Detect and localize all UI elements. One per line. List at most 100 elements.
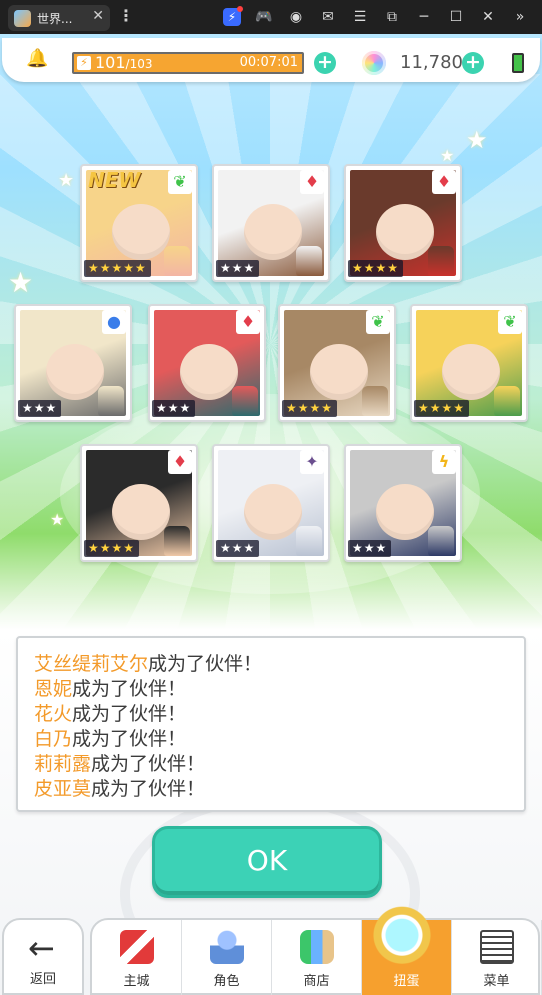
stamina-value: 101/103 bbox=[95, 54, 153, 73]
mail-icon[interactable]: ✉ bbox=[312, 0, 344, 34]
notification-bell-icon[interactable]: 🔔 bbox=[26, 48, 48, 70]
wind-element-icon: ❦ bbox=[498, 310, 522, 334]
result-line: 莉莉露成为了伙伴！ bbox=[34, 752, 514, 777]
account-icon[interactable]: ◉ bbox=[280, 0, 312, 34]
chibi-sprite bbox=[232, 386, 258, 416]
chibi-sprite bbox=[428, 526, 454, 556]
back-button[interactable]: ← 返回 bbox=[2, 918, 84, 995]
sparkle-icon: ★ bbox=[58, 170, 75, 191]
add-stamina-button[interactable]: + bbox=[314, 52, 336, 74]
shop-icon bbox=[300, 930, 334, 964]
star-rating: ★★★★★ bbox=[84, 260, 151, 277]
sparkle-icon: ★ bbox=[440, 146, 455, 165]
character-face bbox=[180, 344, 238, 400]
character-face bbox=[112, 484, 170, 540]
more-options-icon[interactable]: ⋮ bbox=[118, 6, 134, 25]
light-element-icon: ϟ bbox=[432, 450, 456, 474]
bolt-badge: ⚡ bbox=[223, 6, 243, 26]
result-text: 成为了伙伴！ bbox=[148, 653, 263, 675]
close-icon[interactable]: ✕ bbox=[472, 0, 504, 34]
character-face bbox=[112, 204, 170, 260]
game-screen: 🔔 ⚡ 101/103 00:07:01 + 11,780 + ★ ★ ★ ★ … bbox=[0, 34, 542, 995]
character-card[interactable]: ♦ ★★★ bbox=[148, 304, 266, 422]
gem-icon bbox=[362, 51, 386, 75]
dark-element-icon: ✦ bbox=[300, 450, 324, 474]
result-line: 花火成为了伙伴！ bbox=[34, 702, 514, 727]
nav-item-character[interactable]: 角色 bbox=[182, 920, 272, 995]
nav-label: 商店 bbox=[303, 974, 330, 989]
character-face bbox=[376, 484, 434, 540]
bottom-nav: 主城 角色 商店 扭蛋 菜单 bbox=[90, 918, 542, 995]
app-icon bbox=[14, 9, 31, 27]
character-card[interactable]: ♦ ★★★★ bbox=[344, 164, 462, 282]
nav-label: 扭蛋 bbox=[393, 974, 420, 989]
menu-icon[interactable]: ☰ bbox=[344, 0, 376, 34]
dialog-fade bbox=[18, 794, 524, 810]
stamina-max: /103 bbox=[125, 57, 153, 71]
result-dialog: 艾丝缇莉艾尔成为了伙伴！ 恩妮成为了伙伴！ 花火成为了伙伴！ 白乃成为了伙伴！ 莉莉露成… bbox=[16, 636, 526, 812]
water-element-icon: ● bbox=[102, 310, 126, 334]
castle-icon bbox=[120, 930, 154, 964]
gacha-orb-icon bbox=[366, 900, 438, 964]
character-face bbox=[46, 344, 104, 400]
character-card[interactable]: ❦ NEW ★★★★★ bbox=[80, 164, 198, 282]
nav-item-shop[interactable]: 商店 bbox=[272, 920, 362, 995]
ok-button[interactable]: OK bbox=[152, 826, 382, 898]
character-card[interactable]: ❦ ★★★★ bbox=[410, 304, 528, 422]
new-badge: NEW bbox=[88, 168, 141, 192]
star-rating: ★★★★ bbox=[84, 540, 140, 557]
character-card[interactable]: ✦ ★★★ bbox=[212, 444, 330, 562]
back-arrow-icon: ← bbox=[28, 929, 55, 967]
window-controls: ⚡ 🎮 ◉ ✉ ☰ ⧉ ─ ☐ ✕» bbox=[216, 0, 536, 34]
gem-count: 11,780 bbox=[400, 52, 463, 73]
bolt-icon[interactable]: ⚡ bbox=[216, 0, 248, 34]
status-bar: 🔔 ⚡ 101/103 00:07:01 + 11,780 + bbox=[2, 38, 540, 82]
star-rating: ★★★★ bbox=[282, 400, 338, 417]
character-card[interactable]: ϟ ★★★ bbox=[344, 444, 462, 562]
chibi-sprite bbox=[362, 386, 388, 416]
maximize-icon[interactable]: ☐ bbox=[440, 0, 472, 34]
character-face bbox=[376, 204, 434, 260]
collapse-icon[interactable]: » bbox=[504, 0, 536, 34]
star-rating: ★★★★ bbox=[348, 260, 404, 277]
character-card[interactable]: ❦ ★★★★ bbox=[278, 304, 396, 422]
add-gems-button[interactable]: + bbox=[462, 52, 484, 74]
stamina-bolt-icon: ⚡ bbox=[77, 56, 91, 70]
result-text: 成为了伙伴！ bbox=[72, 703, 187, 725]
character-face bbox=[244, 484, 302, 540]
character-card[interactable]: ♦ ★★★ bbox=[212, 164, 330, 282]
sparkle-icon: ★ bbox=[466, 126, 488, 154]
character-face bbox=[244, 204, 302, 260]
character-card[interactable]: ♦ ★★★★ bbox=[80, 444, 198, 562]
result-lines: 艾丝缇莉艾尔成为了伙伴！ 恩妮成为了伙伴！ 花火成为了伙伴！ 白乃成为了伙伴！ 莉莉露成… bbox=[34, 652, 514, 802]
star-rating: ★★★ bbox=[216, 540, 260, 557]
menu-list-icon bbox=[480, 930, 514, 964]
nav-item-castle[interactable]: 主城 bbox=[92, 920, 182, 995]
star-rating: ★★★ bbox=[18, 400, 62, 417]
gamepad-icon[interactable]: 🎮 bbox=[248, 0, 280, 34]
character-name: 花火 bbox=[34, 703, 73, 725]
minimize-icon[interactable]: ─ bbox=[408, 0, 440, 34]
star-rating: ★★★★ bbox=[414, 400, 470, 417]
star-rating: ★★★ bbox=[152, 400, 196, 417]
screenshot-icon[interactable]: ⧉ bbox=[376, 0, 408, 34]
nav-item-menu-list[interactable]: 菜单 bbox=[452, 920, 542, 995]
star-rating: ★★★ bbox=[216, 260, 260, 277]
character-face bbox=[442, 344, 500, 400]
app-tab[interactable]: 世界... ✕ bbox=[8, 5, 110, 31]
star-rating: ★★★ bbox=[348, 540, 392, 557]
character-name: 莉莉露 bbox=[34, 753, 92, 775]
chibi-sprite bbox=[296, 526, 322, 556]
result-text: 成为了伙伴！ bbox=[72, 678, 187, 700]
result-text: 成为了伙伴！ bbox=[91, 753, 206, 775]
chibi-sprite bbox=[494, 386, 520, 416]
nav-label: 主城 bbox=[123, 974, 150, 989]
sparkle-icon: ★ bbox=[8, 266, 34, 299]
character-card[interactable]: ● ★★★ bbox=[14, 304, 132, 422]
tab-title: 世界... bbox=[37, 11, 73, 26]
chibi-sprite bbox=[296, 246, 322, 276]
stamina-timer: 00:07:01 bbox=[239, 55, 298, 70]
character-icon bbox=[210, 930, 244, 964]
tab-close-icon[interactable]: ✕ bbox=[92, 8, 104, 24]
fire-element-icon: ♦ bbox=[300, 170, 324, 194]
